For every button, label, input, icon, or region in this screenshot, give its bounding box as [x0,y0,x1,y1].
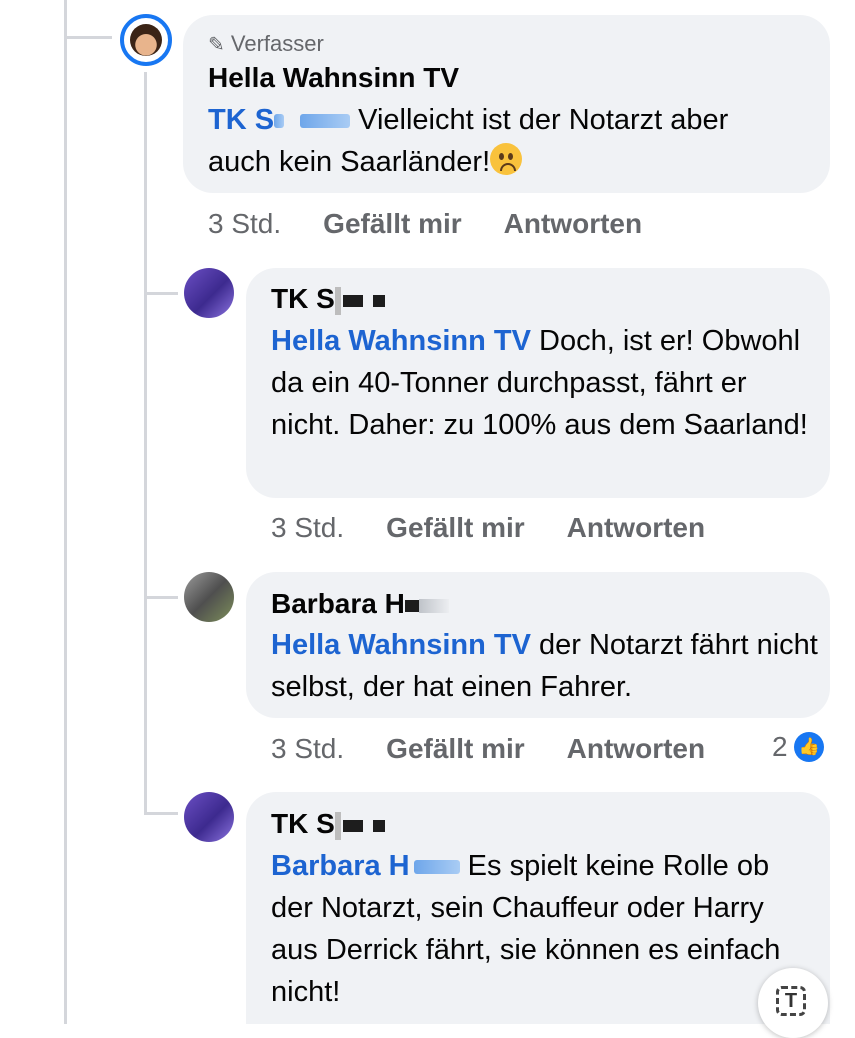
like-button[interactable]: Gefällt mir [386,512,524,543]
redacted-name [334,286,341,315]
avatar[interactable] [184,268,234,318]
author-badge: ✎ Verfasser [208,31,324,56]
pencil-icon: ✎ [208,34,225,56]
redacted-name [418,598,449,613]
mention-link[interactable]: Hella Wahnsinn TV [271,629,531,661]
reply-author[interactable]: TK S [271,808,385,840]
redacted-name [404,599,419,612]
reply-actions: 3 Std. Gefällt mir Antworten [271,512,705,544]
worried-face-icon [490,143,523,175]
text-recognition-icon: T [776,986,806,1016]
like-button[interactable]: Gefällt mir [386,733,524,764]
thread-line-replies [144,72,147,812]
like-reaction-icon: 👍 [794,732,825,762]
reply-text: Hella Wahnsinn TV Doch, ist er! Obwohl d… [271,325,808,441]
mention-link[interactable]: TK S [208,104,274,136]
text-select-button[interactable]: T [758,968,828,1038]
thread-line-outer [64,0,67,1024]
redacted-name [300,114,351,129]
reply-author[interactable]: Barbara H [271,588,449,620]
mention-link[interactable]: Barbara H [271,850,460,882]
reply-button[interactable]: Antworten [567,733,705,764]
reply-text: Barbara H Es spielt keine Rolle ob der N… [271,850,781,1008]
comment-text: TK S Vielleicht ist der Notarzt aber auc… [208,104,729,178]
redacted-name [342,819,363,832]
redacted-name [372,819,385,832]
mention-link[interactable]: Hella Wahnsinn TV [271,325,531,357]
timestamp[interactable]: 3 Std. [271,733,344,764]
avatar[interactable] [184,572,234,622]
redacted-name [342,294,363,307]
redacted-name [372,294,385,307]
reply-text: Hella Wahnsinn TV der Notarzt fährt nich… [271,629,818,703]
reaction-summary[interactable]: 2 👍 [772,731,825,767]
thread-branch-reply-2 [144,596,178,599]
avatar[interactable] [184,792,234,842]
reaction-count: 2 [772,731,788,762]
timestamp[interactable]: 3 Std. [271,512,344,543]
timestamp[interactable]: 3 Std. [208,208,281,239]
thread-branch-reply-1 [144,292,178,295]
reply-author[interactable]: TK S [271,283,385,315]
thread-branch-reply-3 [144,812,178,815]
reply-button[interactable]: Antworten [567,512,705,543]
redacted-name [274,114,285,129]
thread-branch-root [64,36,112,39]
like-button[interactable]: Gefällt mir [323,208,461,239]
avatar-face [130,24,162,56]
redacted-name [334,811,341,840]
redacted-name [413,860,460,875]
reply-button[interactable]: Antworten [504,208,642,239]
comment-author[interactable]: Hella Wahnsinn TV [208,62,459,94]
avatar[interactable] [120,14,172,66]
comment-actions: 3 Std. Gefällt mir Antworten [208,208,642,240]
reply-actions: 3 Std. Gefällt mir Antworten [271,733,705,765]
